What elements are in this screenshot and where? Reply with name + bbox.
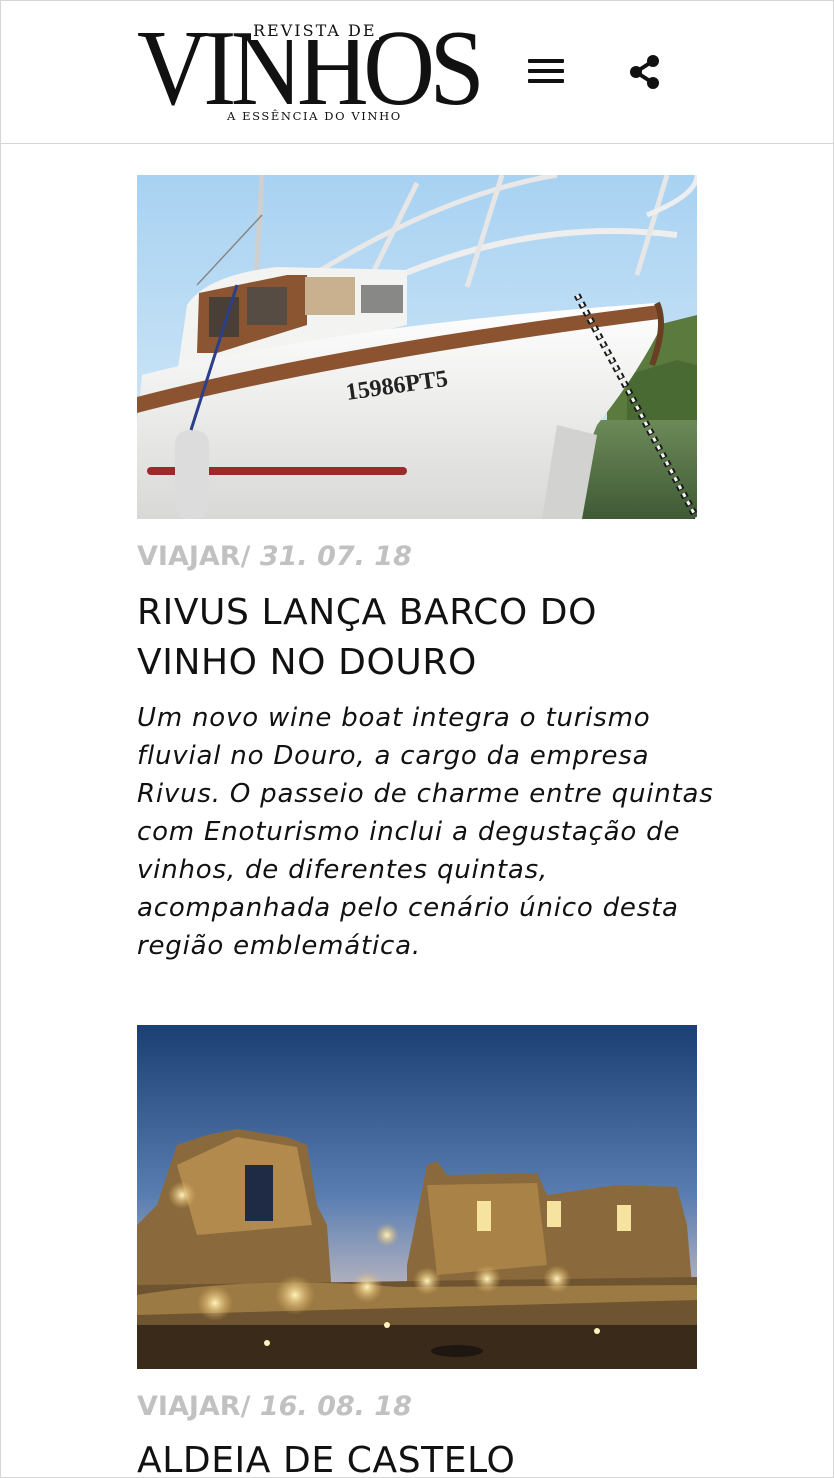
article-category[interactable]: VIAJAR/ (137, 1391, 250, 1422)
article-date: 16. 08. 18 (250, 1391, 412, 1422)
article-date: 31. 07. 18 (250, 541, 412, 572)
article-excerpt: Um novo wine boat integra o turismo fluv… (137, 703, 714, 961)
article-image-boat[interactable]: 15986PT5 (137, 175, 697, 519)
share-icon[interactable] (625, 51, 667, 93)
site-logo[interactable]: VINHOS REVISTA DE A ESSÊNCIA DO VINHO (137, 15, 493, 129)
site-header: VINHOS REVISTA DE A ESSÊNCIA DO VINHO (1, 1, 833, 144)
page: VINHOS REVISTA DE A ESSÊNCIA DO VINHO 15… (0, 0, 834, 1478)
article-category[interactable]: VIAJAR/ (137, 541, 250, 572)
article-meta: VIAJAR/ 31. 07. 18 (137, 541, 412, 572)
logo-top-text: REVISTA DE (251, 21, 379, 40)
logo-tagline: A ESSÊNCIA DO VINHO (225, 109, 404, 123)
article-title[interactable]: ALDEIA DE CASTELO (137, 1436, 727, 1477)
hamburger-menu-icon[interactable] (525, 53, 567, 89)
article-image-castle[interactable] (137, 1025, 697, 1369)
article-title[interactable]: RIVUS LANÇA BARCO DO VINHO NO DOURO (137, 588, 727, 688)
article-meta: VIAJAR/ 16. 08. 18 (137, 1391, 412, 1422)
